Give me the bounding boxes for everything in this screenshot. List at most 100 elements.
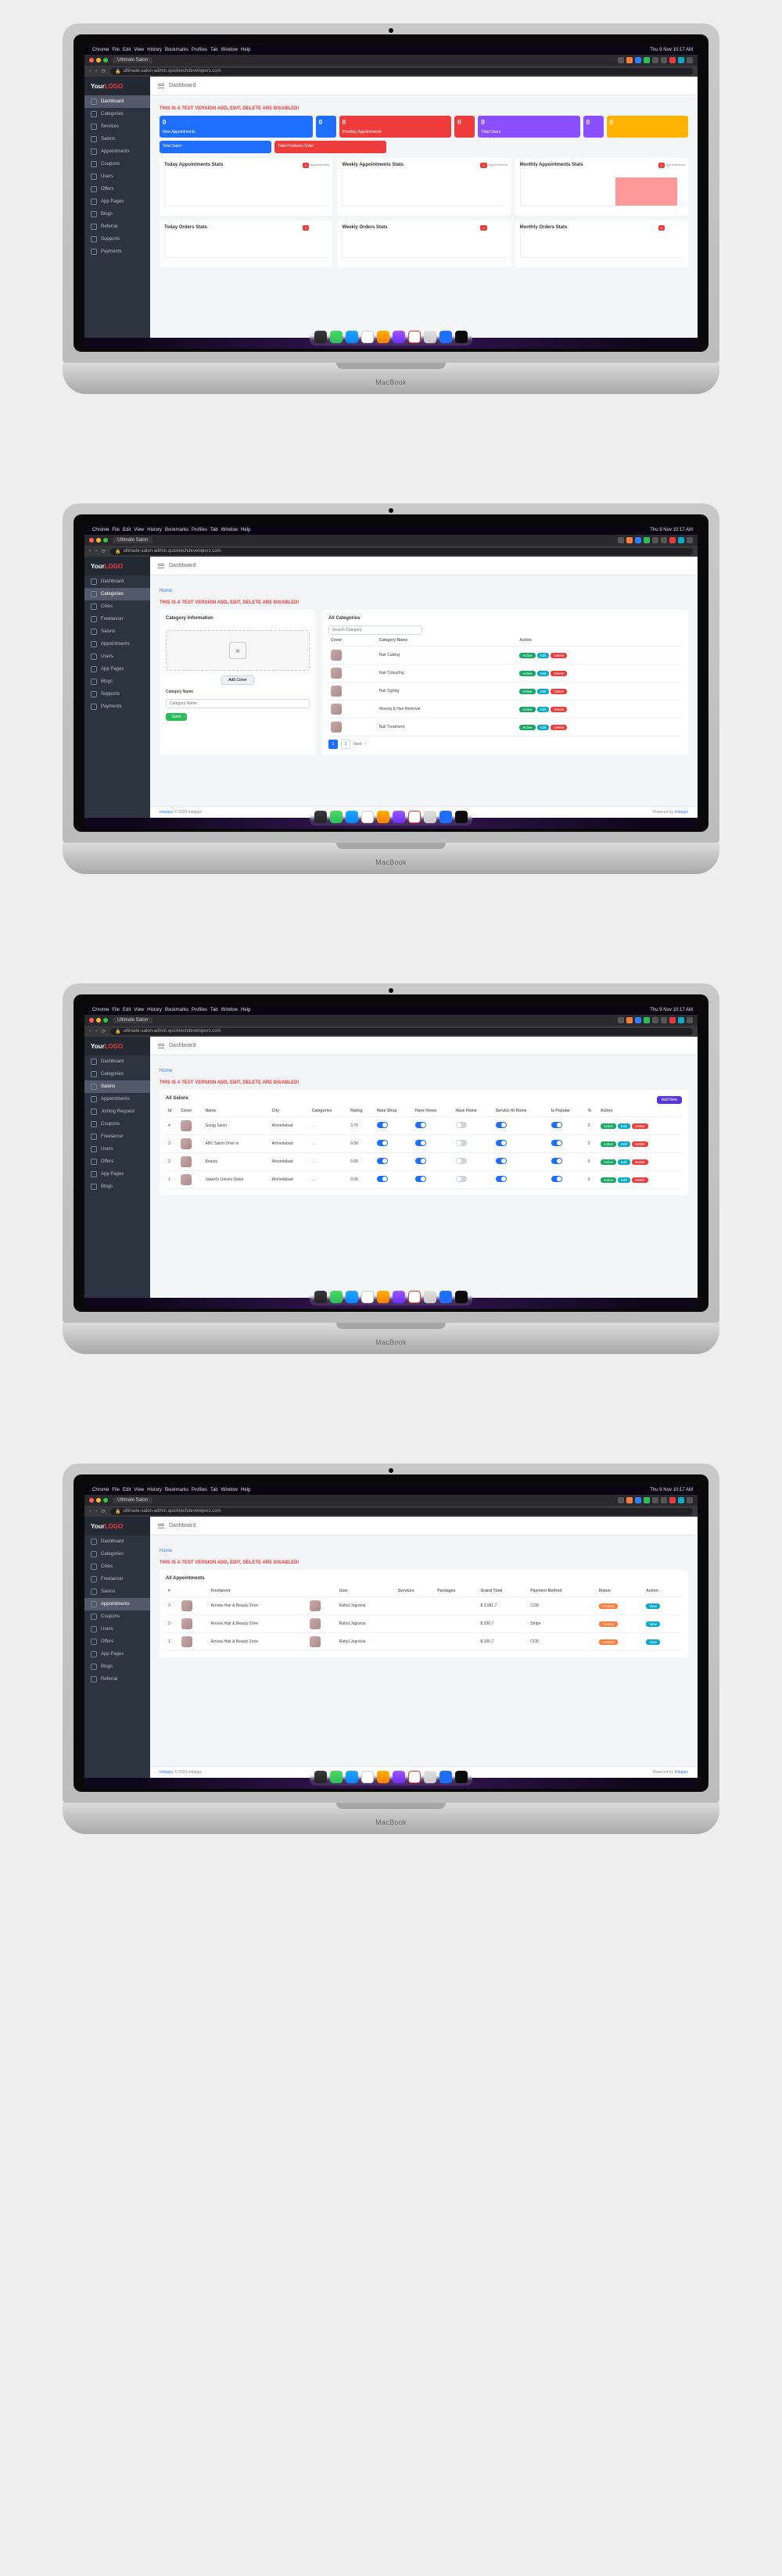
messages-icon[interactable] bbox=[330, 331, 343, 343]
cover-upload[interactable]: ▣ bbox=[166, 630, 310, 671]
category-name-input[interactable] bbox=[166, 699, 310, 708]
category-form: Category Information ▣ Add Cover Categor… bbox=[160, 610, 316, 755]
save-button[interactable]: Save bbox=[166, 713, 187, 721]
search-input[interactable] bbox=[328, 625, 422, 635]
vscode-icon[interactable] bbox=[439, 331, 452, 343]
tile-new-appts[interactable]: 0New Appointments bbox=[160, 116, 313, 138]
sidebar-item[interactable]: Services bbox=[84, 120, 150, 133]
terminal-icon[interactable] bbox=[455, 331, 468, 343]
sidebar-item[interactable]: Payments bbox=[84, 700, 150, 713]
footer-link[interactable]: Initappz bbox=[160, 810, 174, 815]
macbook-label: MacBook bbox=[375, 378, 407, 386]
url-text[interactable]: ultimate-salon-admin.quicktechdevelopers… bbox=[124, 69, 221, 73]
xcode-icon[interactable] bbox=[393, 331, 405, 343]
next-link[interactable]: Next bbox=[353, 742, 361, 747]
mail-icon[interactable] bbox=[346, 331, 358, 343]
table-row: Hair CuttingActiveEditDelete bbox=[328, 647, 682, 665]
sidebar-item[interactable]: Blogs bbox=[84, 208, 150, 220]
toggle[interactable] bbox=[456, 1122, 467, 1128]
browser-chrome: Ultimate Salon ‹ › ⟳ 🔒ultimate-salon-adm… bbox=[84, 55, 698, 77]
clock: Thu 9 Nov 10:17 AM bbox=[650, 48, 693, 52]
table-row: Waxing & Hair RemovalActiveEditDelete bbox=[328, 700, 682, 718]
finder-icon[interactable] bbox=[314, 331, 327, 343]
edit-button[interactable]: Edit bbox=[537, 653, 550, 658]
sidebar-item[interactable]: Users bbox=[84, 170, 150, 183]
breadcrumb-home[interactable]: Home bbox=[160, 1069, 172, 1073]
sidebar-item[interactable]: Payments bbox=[84, 245, 150, 258]
view-button[interactable]: View bbox=[646, 1603, 660, 1609]
tile-pending[interactable]: 0Pending Appointments bbox=[339, 116, 451, 138]
sidebar-item-dashboard[interactable]: Dashboard bbox=[84, 95, 150, 108]
toggle-popular[interactable] bbox=[551, 1122, 562, 1128]
sidebar-item[interactable]: Supports bbox=[84, 688, 150, 700]
table-row: 2BeautyAhmedabad…0.000ActiveEditDelete bbox=[166, 1153, 682, 1171]
add-new-button[interactable]: Add New bbox=[657, 1096, 682, 1104]
sidebar-item[interactable]: Salons bbox=[84, 625, 150, 638]
dock[interactable] bbox=[310, 328, 472, 346]
sidebar-item-appointments[interactable]: Appointments bbox=[84, 1598, 150, 1610]
chrome-icon[interactable] bbox=[377, 331, 389, 343]
badge: 0 bbox=[303, 163, 309, 168]
sidebar-item[interactable]: Appointments bbox=[84, 145, 150, 158]
footer-link[interactable]: Initappz bbox=[674, 810, 688, 815]
sidebar-item[interactable]: Freelancer bbox=[84, 613, 150, 625]
breadcrumb-home[interactable]: Home bbox=[160, 589, 172, 593]
macbook-frame: ChromeFileEditViewHistoryBookmarksProfil… bbox=[63, 983, 719, 1354]
sidebar-item[interactable]: Appointments bbox=[84, 638, 150, 650]
menu-icon[interactable] bbox=[158, 84, 164, 88]
tile-users[interactable]: 0Total Users bbox=[478, 116, 579, 138]
categories-table: CoverCategory NameAction Hair CuttingAct… bbox=[328, 635, 682, 736]
delete-button[interactable]: Delete bbox=[551, 653, 567, 658]
calendar-icon[interactable] bbox=[361, 331, 374, 343]
active-badge[interactable]: Active bbox=[519, 653, 535, 658]
nav-fwd-icon[interactable]: › bbox=[95, 69, 97, 73]
name-label: Category Name bbox=[166, 690, 310, 694]
categories-table-panel: All Categories CoverCategory NameAction … bbox=[322, 610, 688, 755]
table-row: 1Jawed’s Unisex SalonAhmedabad…0.000Acti… bbox=[166, 1171, 682, 1189]
tile[interactable]: 0 bbox=[316, 116, 336, 138]
nav-back-icon[interactable]: ‹ bbox=[89, 69, 91, 73]
toggle[interactable] bbox=[496, 1122, 507, 1128]
tile[interactable]: 0 bbox=[607, 116, 688, 138]
table-row: 1Arrows Hair & Beauty ZoneRahul Jogrania… bbox=[166, 1633, 682, 1651]
toggle-shop[interactable] bbox=[377, 1122, 388, 1128]
tile-total-products[interactable]: Total Products Order bbox=[274, 141, 386, 153]
sidebar-item[interactable]: Users bbox=[84, 650, 150, 663]
breadcrumb-home[interactable]: Home bbox=[160, 1549, 172, 1553]
edit-button[interactable]: Edit bbox=[618, 1123, 630, 1129]
mac-menubar: ChromeFileEditViewHistoryBookmarksProfil… bbox=[84, 45, 698, 55]
tile-total-salon[interactable]: Total Salon bbox=[160, 141, 271, 153]
sidebar-item[interactable]: Blogs bbox=[84, 675, 150, 688]
pagination[interactable]: 1 2 Next › bbox=[328, 740, 682, 749]
studio-icon[interactable] bbox=[408, 331, 421, 343]
page-2[interactable]: 2 bbox=[341, 740, 350, 749]
toggle-home[interactable] bbox=[415, 1122, 426, 1128]
grid-icon bbox=[91, 99, 97, 105]
sidebar-item[interactable]: Cities bbox=[84, 600, 150, 613]
page-title: Dashboard bbox=[169, 83, 196, 88]
reload-icon[interactable]: ⟳ bbox=[102, 69, 106, 74]
chevron-right-icon[interactable]: › bbox=[364, 742, 366, 747]
sidebar-item-categories[interactable]: Categories bbox=[84, 588, 150, 600]
appointments-table: #FreelancerUserServicesPackagesGrand Tot… bbox=[166, 1585, 682, 1651]
sidebar-item[interactable]: Dashboard bbox=[84, 575, 150, 588]
sidebar-item[interactable]: Supports bbox=[84, 233, 150, 245]
active-badge[interactable]: Active bbox=[601, 1123, 616, 1129]
sidebar-item[interactable]: Categories bbox=[84, 108, 150, 120]
sidebar-item[interactable]: App Pages bbox=[84, 663, 150, 675]
sidebar-item[interactable]: Referral bbox=[84, 220, 150, 233]
browser-tab[interactable]: Ultimate Salon bbox=[113, 57, 152, 63]
table-row: Nail TreatmentActiveEditDelete bbox=[328, 718, 682, 736]
sidebar-item[interactable]: Salons bbox=[84, 133, 150, 145]
traffic-lights[interactable] bbox=[89, 58, 108, 63]
sidebar-item[interactable]: Coupons bbox=[84, 158, 150, 170]
page-1[interactable]: 1 bbox=[328, 740, 338, 749]
sidebar-item-salons[interactable]: Salons bbox=[84, 1080, 150, 1093]
tile[interactable]: 0 bbox=[583, 116, 604, 138]
tile[interactable]: 0 bbox=[454, 116, 475, 138]
add-cover-button[interactable]: Add Cover bbox=[221, 675, 254, 685]
sidebar: Your LOGO Dashboard Categories Services … bbox=[84, 77, 150, 338]
sidebar-item[interactable]: Offers bbox=[84, 183, 150, 195]
delete-button[interactable]: Delete bbox=[632, 1123, 648, 1129]
sidebar-item[interactable]: App Pages bbox=[84, 195, 150, 208]
